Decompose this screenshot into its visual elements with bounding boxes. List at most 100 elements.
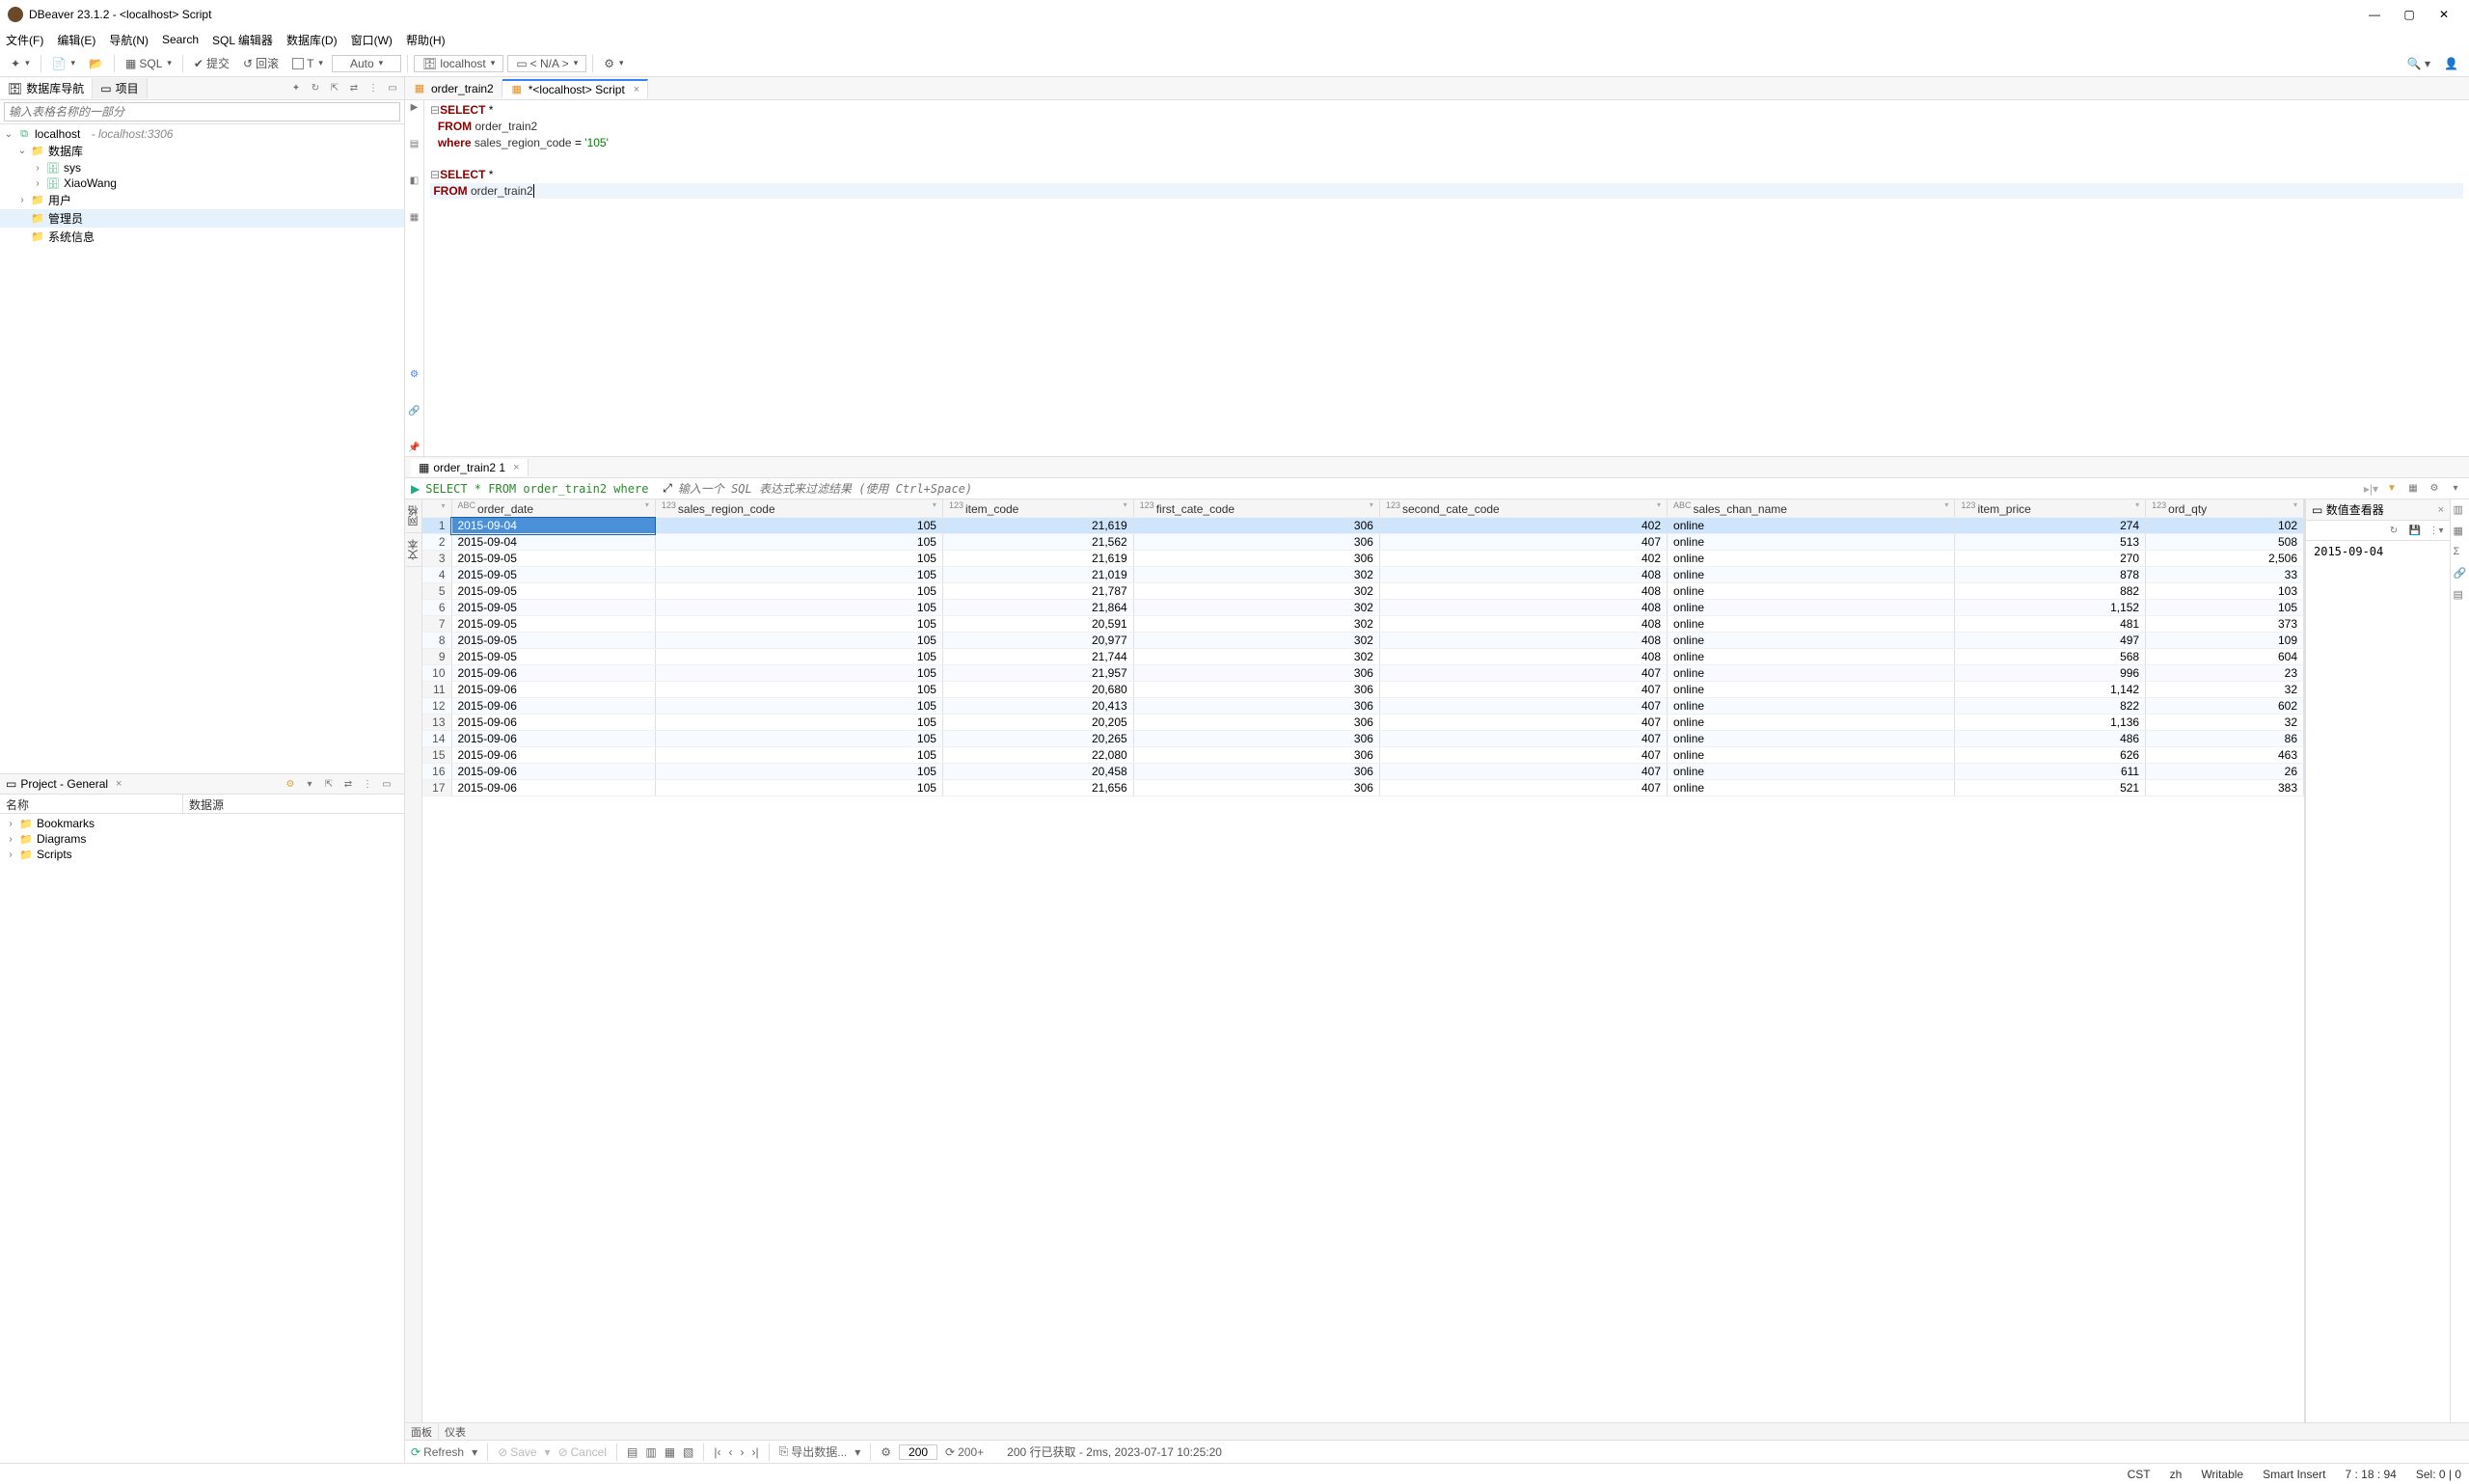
- db-navigator-tab[interactable]: 🗄 数据库导航: [0, 78, 93, 98]
- col-item_code[interactable]: 123item_code: [942, 499, 1133, 518]
- rollback-button[interactable]: ↺ 回滚: [238, 52, 284, 74]
- last-page-icon[interactable]: ›|: [752, 1445, 759, 1459]
- result-filter-input[interactable]: [678, 482, 2358, 496]
- fetch-gear-icon[interactable]: ⚙: [881, 1445, 891, 1459]
- run-script-icon[interactable]: ▤: [408, 139, 421, 152]
- refresh-button[interactable]: ⟳Refresh: [411, 1445, 464, 1459]
- table-row[interactable]: 52015-09-0510521,787302408online882103: [422, 583, 2304, 600]
- maximize-button[interactable]: ▢: [2392, 3, 2427, 26]
- refresh-dd[interactable]: ▾: [472, 1445, 477, 1459]
- proj-col-name[interactable]: 名称: [0, 795, 183, 813]
- run-statement-icon[interactable]: ▶: [408, 102, 421, 116]
- editor-settings-icon[interactable]: ⚙: [408, 369, 421, 383]
- fetch-size-input[interactable]: [899, 1444, 937, 1460]
- proj-gear-icon[interactable]: ⚙: [283, 776, 298, 792]
- menu-file[interactable]: 文件(F): [6, 32, 43, 48]
- filter-apply-icon[interactable]: ▼: [2384, 481, 2400, 497]
- nav-min-icon[interactable]: ▭: [385, 81, 400, 96]
- col-second_cate_code[interactable]: 123second_cate_code: [1379, 499, 1667, 518]
- expand-filter-icon[interactable]: ⤢: [663, 481, 672, 496]
- table-row[interactable]: 122015-09-0610520,413306407online822602: [422, 698, 2304, 715]
- stop-icon[interactable]: ▦: [408, 212, 421, 226]
- table-row[interactable]: 92015-09-0510521,744302408online568604: [422, 649, 2304, 665]
- settings-button[interactable]: ⚙: [599, 54, 628, 73]
- table-row[interactable]: 72015-09-0510520,591302408online481373: [422, 616, 2304, 633]
- tree-schema-sys[interactable]: ›sys: [0, 160, 404, 175]
- proj-bookmarks[interactable]: ›Bookmarks: [0, 816, 404, 831]
- proj-link-icon[interactable]: ⇄: [340, 776, 356, 792]
- new-connection-button[interactable]: ✦: [6, 54, 35, 73]
- explain-plan-icon[interactable]: ◧: [408, 175, 421, 189]
- tree-connection[interactable]: ⌄localhost - localhost:3306: [0, 126, 404, 142]
- sql-dropdown[interactable]: ▦ SQL: [121, 54, 176, 73]
- editor-tab-order-train2[interactable]: order_train2: [405, 80, 502, 97]
- calc-icon[interactable]: Σ: [2454, 546, 2467, 559]
- proj-diagrams[interactable]: ›Diagrams: [0, 831, 404, 847]
- nav-refresh-icon[interactable]: ↻: [308, 81, 323, 96]
- commit-button[interactable]: ✔ 提交: [189, 52, 234, 74]
- grouping-icon[interactable]: ▦: [2454, 525, 2467, 538]
- proj-scripts[interactable]: ›Scripts: [0, 847, 404, 862]
- add-row-icon[interactable]: ▥: [645, 1445, 656, 1459]
- table-row[interactable]: 22015-09-0410521,562306407online513508: [422, 534, 2304, 551]
- filter-run-icon[interactable]: ▶: [411, 482, 420, 496]
- vv-save-icon[interactable]: 💾: [2407, 523, 2423, 538]
- minimize-button[interactable]: —: [2357, 3, 2392, 26]
- grid-vtab[interactable]: 网格: [406, 499, 421, 533]
- proj-menu-icon[interactable]: ⋮: [360, 776, 375, 792]
- vv-refresh-icon[interactable]: ↻: [2386, 523, 2401, 538]
- value-viewer-close[interactable]: ×: [2434, 504, 2444, 516]
- table-row[interactable]: 162015-09-0610520,458306407online61126: [422, 764, 2304, 780]
- connection-selector[interactable]: 🗄 localhost: [414, 55, 503, 72]
- tx-button[interactable]: T: [287, 54, 328, 73]
- database-selector[interactable]: ▭ < N/A >: [507, 55, 586, 72]
- first-page-icon[interactable]: |‹: [714, 1445, 720, 1459]
- tree-databases[interactable]: ⌄数据库: [0, 142, 404, 160]
- table-row[interactable]: 102015-09-0610521,957306407online99623: [422, 665, 2304, 682]
- proj-collapse-icon[interactable]: ⇱: [321, 776, 337, 792]
- text-vtab[interactable]: 文本: [406, 533, 421, 567]
- tree-admin[interactable]: 管理员: [0, 209, 404, 228]
- table-row[interactable]: 112015-09-0610520,680306407online1,14232: [422, 682, 2304, 698]
- table-row[interactable]: 42015-09-0510521,019302408online87833: [422, 567, 2304, 583]
- cancel-button[interactable]: ⊘ Cancel: [558, 1445, 607, 1459]
- table-row[interactable]: 142015-09-0610520,265306407online48686: [422, 731, 2304, 747]
- nav-link-icon[interactable]: ⇄: [346, 81, 362, 96]
- result-tab[interactable]: ▦ order_train2 1×: [411, 459, 529, 476]
- search-toolbar-button[interactable]: 🔍 ▾: [2402, 54, 2435, 73]
- result-grid[interactable]: ABCorder_date123sales_region_code123item…: [422, 499, 2304, 796]
- filter-clear-icon[interactable]: ▦: [2405, 481, 2421, 497]
- nav-collapse-icon[interactable]: ⇱: [327, 81, 342, 96]
- next-page-icon[interactable]: ›: [741, 1445, 745, 1459]
- editor-link-icon[interactable]: 🔗: [408, 406, 421, 419]
- col-sales_chan_name[interactable]: ABCsales_chan_name: [1668, 499, 1955, 518]
- panels-icon[interactable]: ▥: [2454, 503, 2467, 517]
- meta-icon[interactable]: ▤: [2454, 588, 2467, 602]
- col-ord_qty[interactable]: 123ord_qty: [2146, 499, 2304, 518]
- export-button[interactable]: ⎘ 导出数据...: [779, 1444, 848, 1460]
- col-first_cate_code[interactable]: 123first_cate_code: [1133, 499, 1379, 518]
- open-sql-button[interactable]: 📂: [84, 54, 108, 73]
- vv-menu-icon[interactable]: ⋮▾: [2428, 523, 2444, 538]
- menu-window[interactable]: 窗口(W): [351, 32, 393, 48]
- prev-page-icon[interactable]: ‹: [729, 1445, 733, 1459]
- col-sales_region_code[interactable]: 123sales_region_code: [655, 499, 942, 518]
- edit-row-icon[interactable]: ▤: [627, 1445, 638, 1459]
- menu-navigate[interactable]: 导航(N): [109, 32, 149, 48]
- nav-menu-icon[interactable]: ⋮: [366, 81, 381, 96]
- menu-sql-editor[interactable]: SQL 编辑器: [212, 32, 273, 48]
- isolation-dropdown[interactable]: Auto: [332, 55, 401, 72]
- user-toolbar-button[interactable]: 👤: [2439, 54, 2463, 73]
- tree-schema-xiaowang[interactable]: ›XiaoWang: [0, 175, 404, 191]
- bottom-vtab2[interactable]: 仪表: [439, 1423, 472, 1441]
- tree-sysinfo[interactable]: 系统信息: [0, 228, 404, 246]
- menu-database[interactable]: 数据库(D): [286, 32, 338, 48]
- save-button[interactable]: ⊘ Save: [498, 1445, 536, 1459]
- close-button[interactable]: ✕: [2427, 3, 2461, 26]
- del-row-icon[interactable]: ▧: [683, 1445, 693, 1459]
- table-row[interactable]: 132015-09-0610520,205306407online1,13632: [422, 715, 2304, 731]
- col-order_date[interactable]: ABCorder_date: [451, 499, 655, 518]
- close-tab-icon[interactable]: ×: [630, 84, 639, 95]
- nav-new-icon[interactable]: ✦: [288, 81, 304, 96]
- dup-row-icon[interactable]: ▦: [665, 1445, 675, 1459]
